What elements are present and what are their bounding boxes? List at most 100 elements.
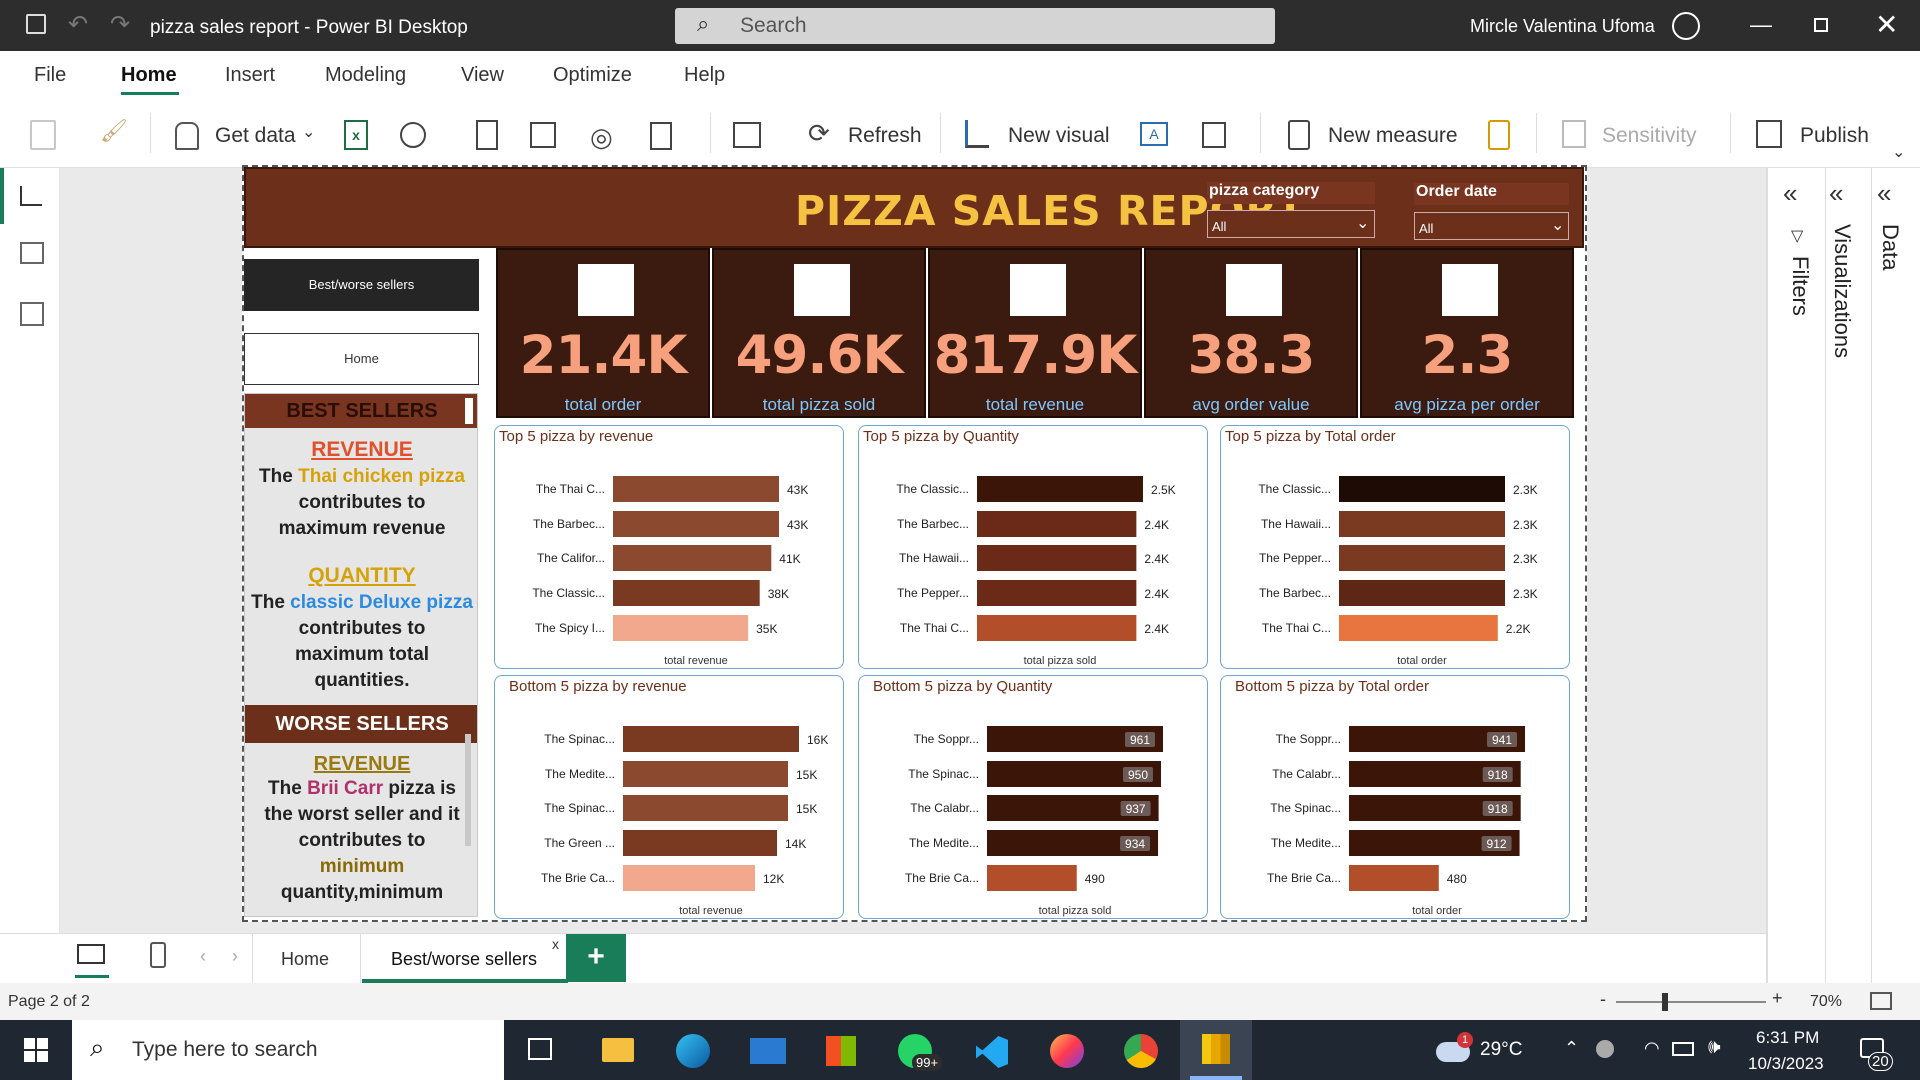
bar[interactable] [623,761,788,787]
clock-time[interactable]: 6:31 PM [1756,1028,1819,1048]
transform-data-icon[interactable] [733,122,761,148]
filters-pane-label[interactable]: Filters [1787,256,1813,316]
text-box-icon[interactable]: A [1140,122,1168,146]
menu-home[interactable]: Home [121,64,177,87]
bar-chart[interactable]: Bottom 5 pizza by revenue The Spinac... 16… [494,675,844,919]
bar[interactable] [623,865,755,891]
wifi-icon[interactable]: ◠ [1644,1038,1660,1059]
tab-close-icon[interactable]: x [552,936,559,952]
bar-chart[interactable]: Top 5 pizza by revenue The Thai C... 43K Th… [494,425,844,669]
bar[interactable] [1339,545,1505,571]
bar[interactable] [1339,615,1498,641]
data-pane-label[interactable]: Data [1877,224,1903,270]
paste-icon[interactable] [30,120,56,150]
chevron-down-icon[interactable]: ⌄ [302,122,315,142]
volume-icon[interactable]: 🕪 [1708,1036,1721,1059]
slicer-category-dropdown[interactable]: All ⌄ [1207,210,1375,238]
file-explorer-icon[interactable] [602,1038,634,1062]
new-visual-button[interactable]: New visual [1008,124,1110,148]
sensitivity-icon[interactable] [1562,120,1586,148]
bar[interactable] [613,615,749,641]
new-visual-icon[interactable] [965,120,989,148]
fit-to-page-icon[interactable] [1870,992,1892,1010]
quick-measure-icon[interactable] [1488,120,1510,150]
nav-best-worse-button[interactable]: Best/worse sellers [244,259,479,311]
collapse-data-icon[interactable]: « [1877,178,1891,209]
report-view-icon[interactable] [20,186,42,206]
scrollbar[interactable] [465,398,473,424]
tab-best-worse-sellers[interactable]: Best/worse sellers [391,949,537,970]
windows-start-icon[interactable] [24,1038,48,1062]
bar-chart[interactable]: Bottom 5 pizza by Total order The Soppr..… [1220,675,1570,919]
menu-help[interactable]: Help [684,64,725,87]
menu-modeling[interactable]: Modeling [325,64,406,87]
sql-icon[interactable] [476,120,498,150]
new-measure-icon[interactable] [1288,120,1310,150]
next-page-icon[interactable]: › [232,946,238,967]
enter-data-icon[interactable] [530,122,556,148]
get-data-icon[interactable] [175,122,199,150]
powerbi-taskbar-icon[interactable] [1180,1020,1252,1080]
bar[interactable] [977,615,1137,641]
bar[interactable] [623,726,799,752]
bar[interactable] [623,830,777,856]
task-view-icon[interactable] [528,1038,552,1060]
prev-page-icon[interactable]: ‹ [200,946,206,967]
tray-chevron-icon[interactable]: ⌃ [1564,1038,1579,1059]
collapse-visualizations-icon[interactable]: « [1829,178,1843,209]
scrollbar[interactable] [465,734,471,846]
desktop-layout-icon[interactable] [77,944,105,964]
mobile-layout-icon[interactable] [150,942,166,968]
bar[interactable] [1349,865,1439,891]
bar-chart[interactable]: Top 5 pizza by Total order The Classic...… [1220,425,1570,669]
minimize-icon[interactable]: — [1750,12,1772,38]
bar[interactable] [1339,511,1505,537]
store-icon[interactable] [826,1036,856,1066]
network-icon[interactable] [1596,1040,1614,1058]
more-visuals-icon[interactable] [1202,122,1226,148]
bar-chart[interactable]: Bottom 5 pizza by Quantity The Soppr... 96… [858,675,1208,919]
tab-home[interactable]: Home [281,949,329,970]
publish-button[interactable]: Publish [1800,124,1869,148]
menu-optimize[interactable]: Optimize [553,64,632,87]
mail-icon[interactable] [750,1038,786,1064]
zoom-thumb[interactable] [1662,993,1668,1011]
dataverse-icon[interactable]: ◎ [590,122,613,153]
battery-icon[interactable] [1672,1042,1694,1056]
format-painter-icon[interactable]: 🖌 [100,118,128,144]
add-page-button[interactable]: + [566,934,626,982]
bar[interactable] [613,545,772,571]
save-icon[interactable] [26,14,46,34]
bar[interactable] [1339,476,1505,502]
collapse-filters-icon[interactable]: « [1783,178,1797,209]
menu-file[interactable]: File [34,64,66,87]
bar[interactable] [613,476,779,502]
bar[interactable] [613,511,779,537]
clock-date[interactable]: 10/3/2023 [1748,1054,1824,1074]
firefox-icon[interactable] [1050,1034,1084,1068]
menu-insert[interactable]: Insert [225,64,275,87]
zoom-slider[interactable] [1616,1001,1766,1003]
zoom-out-icon[interactable]: - [1600,989,1606,1010]
new-measure-button[interactable]: New measure [1328,124,1458,148]
excel-icon[interactable]: x [344,120,368,150]
bar[interactable] [977,476,1143,502]
data-hub-icon[interactable] [400,122,426,148]
bar[interactable] [987,865,1077,891]
redo-icon[interactable]: ↷ [110,10,130,39]
ribbon-collapse-icon[interactable]: ⌄ [1892,142,1905,162]
publish-icon[interactable] [1756,120,1782,148]
nav-home-button[interactable]: Home [244,333,479,385]
bar[interactable] [1339,580,1505,606]
bar[interactable] [623,795,788,821]
user-avatar-icon[interactable] [1672,12,1700,40]
get-data-button[interactable]: Get data [215,124,296,148]
filter-icon[interactable]: ▽ [1791,226,1803,246]
bar[interactable] [977,511,1137,537]
bar[interactable] [977,580,1137,606]
undo-icon[interactable]: ↶ [68,10,88,39]
refresh-button[interactable]: Refresh [848,124,922,148]
vscode-icon[interactable] [976,1036,1008,1068]
model-view-icon[interactable] [20,302,44,326]
menu-view[interactable]: View [461,64,504,87]
